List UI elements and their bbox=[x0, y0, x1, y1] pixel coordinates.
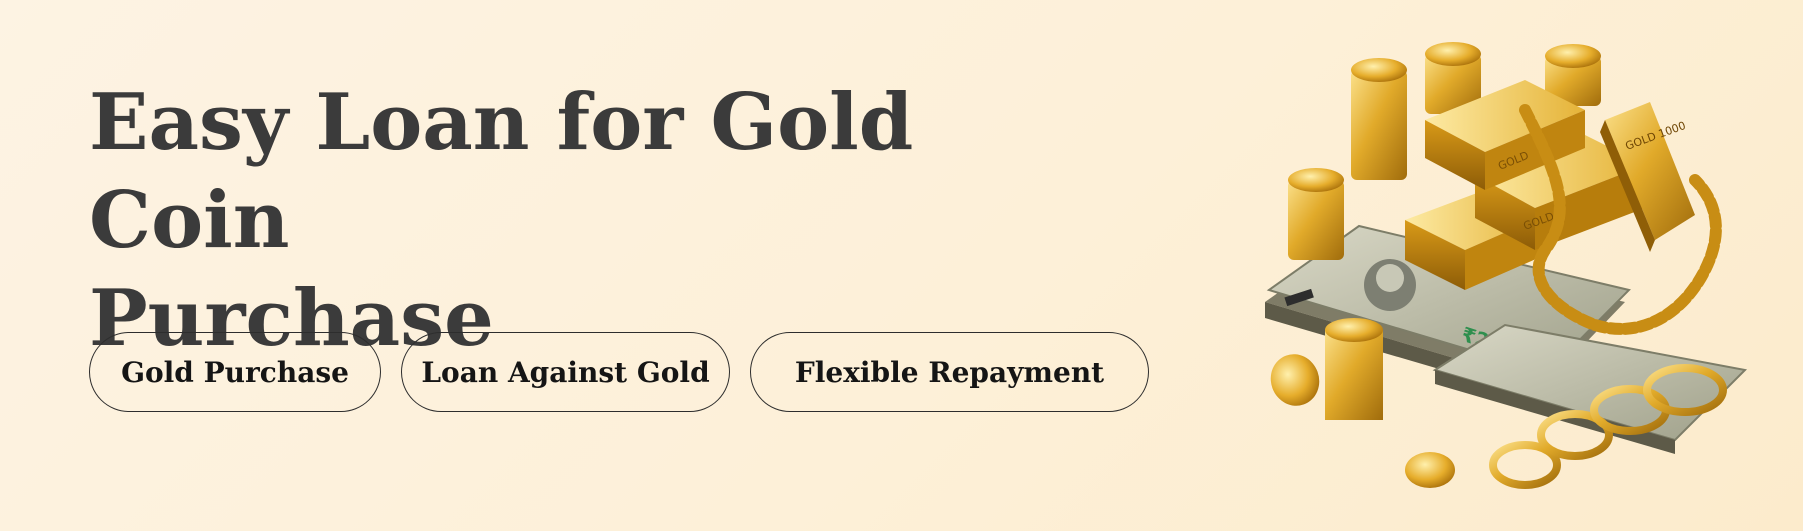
title-line-1: Easy Loan for Gold Coin bbox=[89, 77, 914, 266]
chip-gold-purchase[interactable]: Gold Purchase bbox=[89, 332, 381, 412]
chip-flexible-repayment[interactable]: Flexible Repayment bbox=[750, 332, 1149, 412]
hero-banner: Easy Loan for Gold Coin Purchase Gold Pu… bbox=[0, 0, 1803, 531]
feature-chips: Gold Purchase Loan Against Gold Flexible… bbox=[89, 332, 1149, 412]
gold-bars: GOLD GOLD GOLD 1000 bbox=[1405, 80, 1695, 290]
chip-loan-against-gold[interactable]: Loan Against Gold bbox=[401, 332, 730, 412]
gold-and-cash-illustration-icon: ₹2000 GOLD GOLD bbox=[1265, 42, 1748, 489]
page-title: Easy Loan for Gold Coin Purchase bbox=[89, 74, 1139, 368]
